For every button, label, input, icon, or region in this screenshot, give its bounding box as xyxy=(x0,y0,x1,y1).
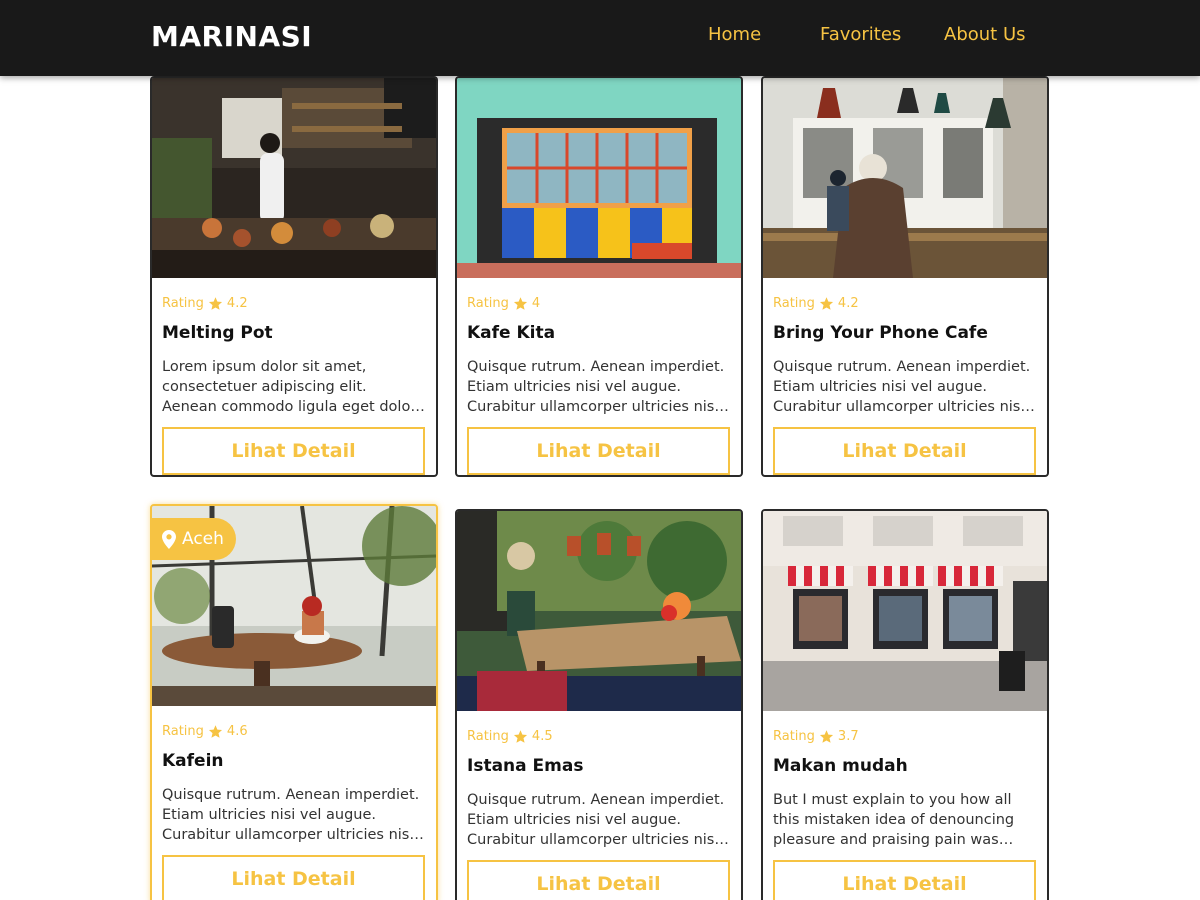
restaurant-card[interactable]: Rating 3.7 Makan mudah But I must explai… xyxy=(761,509,1049,900)
rating-label: Rating xyxy=(773,296,815,311)
card-title: Kafe Kita xyxy=(467,323,556,343)
detail-button[interactable]: Lihat Detail xyxy=(467,427,730,475)
map-pin-icon xyxy=(162,529,176,549)
star-icon xyxy=(819,730,833,743)
rating-label: Rating xyxy=(467,296,509,311)
rating: Rating 4.6 xyxy=(162,724,426,739)
rating-value: 4.2 xyxy=(837,296,859,311)
colorful-storefront-photo xyxy=(457,78,741,278)
rating: Rating 4.2 xyxy=(773,296,1037,311)
rating: Rating 4 xyxy=(467,296,731,311)
rating: Rating 4.2 xyxy=(162,296,426,311)
card-description: Quisque rutrum. Aenean imperdiet. Etiam … xyxy=(467,792,725,848)
nav-link-about-us[interactable]: About Us xyxy=(944,24,1026,45)
striped-awning-storefront-photo xyxy=(763,511,1047,711)
brand-logo[interactable]: MARINASI xyxy=(151,20,312,53)
rating: Rating 4.5 xyxy=(467,729,731,744)
rating: Rating 3.7 xyxy=(773,729,1037,744)
detail-button[interactable]: Lihat Detail xyxy=(773,427,1036,475)
rating-label: Rating xyxy=(162,296,204,311)
detail-button[interactable]: Lihat Detail xyxy=(773,860,1036,900)
restaurant-card[interactable]: Aceh Rating 4.6 Kafein Quisque rutrum. A… xyxy=(150,504,438,900)
card-title: Kafein xyxy=(162,751,224,771)
card-description: Quisque rutrum. Aenean imperdiet. Etiam … xyxy=(467,359,725,415)
card-description: Quisque rutrum. Aenean imperdiet. Etiam … xyxy=(773,359,1031,415)
restaurant-card[interactable]: Rating 4.5 Istana Emas Quisque rutrum. A… xyxy=(455,509,743,900)
rating-value: 4.2 xyxy=(226,296,248,311)
rating-value: 4.6 xyxy=(226,724,248,739)
card-description: Lorem ipsum dolor sit amet, consectetuer… xyxy=(162,359,420,415)
star-icon xyxy=(819,297,833,310)
rating-label: Rating xyxy=(162,724,204,739)
rating-label: Rating xyxy=(773,729,815,744)
rating-value: 3.7 xyxy=(837,729,859,744)
star-icon xyxy=(208,725,222,738)
detail-button[interactable]: Lihat Detail xyxy=(162,855,425,900)
star-icon xyxy=(208,297,222,310)
rating-value: 4 xyxy=(531,296,541,311)
detail-button[interactable]: Lihat Detail xyxy=(467,860,730,900)
nav-link-favorites[interactable]: Favorites xyxy=(820,24,901,45)
navbar: MARINASI Home Favorites About Us xyxy=(0,0,1200,76)
rating-label: Rating xyxy=(467,729,509,744)
card-title: Melting Pot xyxy=(162,323,273,343)
nav-link-home[interactable]: Home xyxy=(708,24,761,45)
card-title: Istana Emas xyxy=(467,756,584,776)
star-icon xyxy=(513,297,527,310)
location-badge: Aceh xyxy=(152,518,236,560)
garden-cafe-photo xyxy=(457,511,741,711)
card-description: But I must explain to you how all this m… xyxy=(773,792,1015,848)
restaurant-card[interactable]: Rating 4.2 Bring Your Phone Cafe Quisque… xyxy=(761,76,1049,477)
restaurant-card[interactable]: Rating 4.2 Melting Pot Lorem ipsum dolor… xyxy=(150,76,438,477)
cafe-interior-photo xyxy=(763,78,1047,278)
card-title: Bring Your Phone Cafe xyxy=(773,323,988,343)
location-label: Aceh xyxy=(182,529,224,549)
star-icon xyxy=(513,730,527,743)
card-title: Makan mudah xyxy=(773,756,908,776)
rating-value: 4.5 xyxy=(531,729,553,744)
greenhouse-table-photo: Aceh xyxy=(152,506,436,706)
cafe-kitchen-photo xyxy=(152,78,436,278)
restaurant-card[interactable]: Rating 4 Kafe Kita Quisque rutrum. Aenea… xyxy=(455,76,743,477)
card-description: Quisque rutrum. Aenean imperdiet. Etiam … xyxy=(162,787,420,843)
detail-button[interactable]: Lihat Detail xyxy=(162,427,425,475)
